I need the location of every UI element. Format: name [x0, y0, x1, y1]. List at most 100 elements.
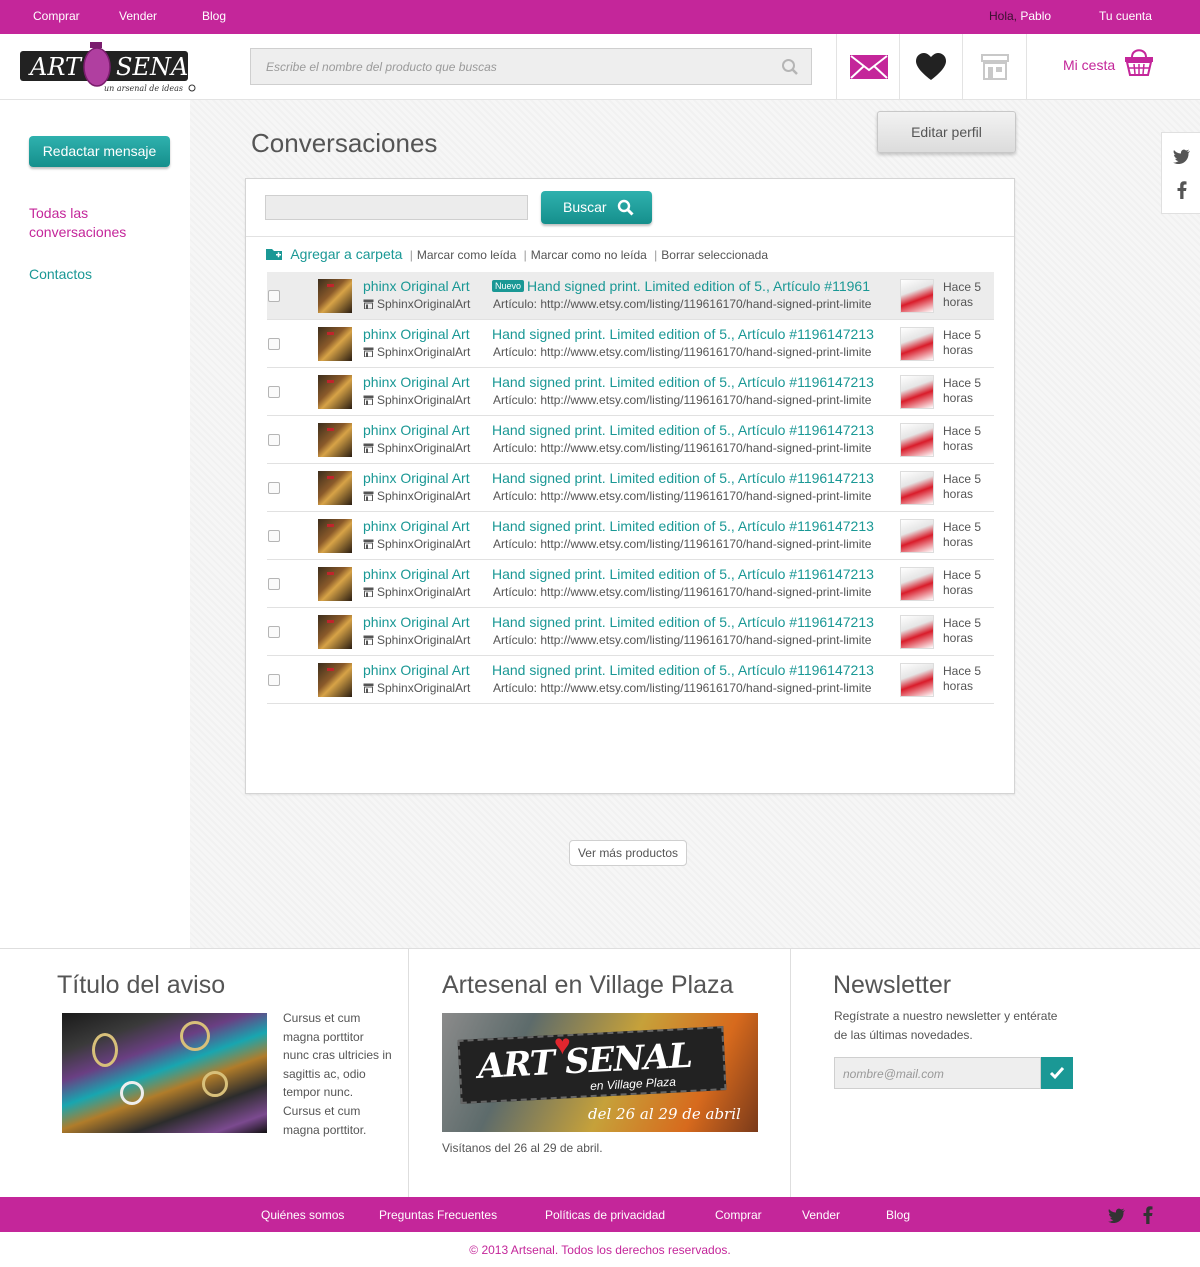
row-checkbox[interactable] — [268, 626, 280, 638]
listing-thumbnail[interactable] — [900, 567, 934, 601]
top-link-blog[interactable]: Blog — [202, 9, 226, 23]
listing-link[interactable]: Artículo: http://www.etsy.com/listing/11… — [493, 585, 893, 599]
seller-avatar[interactable] — [318, 519, 352, 553]
twitter-icon[interactable] — [1108, 1208, 1126, 1228]
top-link-comprar[interactable]: Comprar — [33, 9, 80, 23]
account-link[interactable]: Tu cuenta — [1099, 9, 1152, 23]
seller-name[interactable]: phinx Original Art — [363, 662, 470, 678]
conversation-row[interactable]: phinx Original Art SphinxOriginalArt Han… — [267, 416, 994, 464]
shop-name-line[interactable]: SphinxOriginalArt — [363, 537, 470, 551]
search-button[interactable]: Buscar — [541, 191, 652, 224]
conversation-row[interactable]: phinx Original Art SphinxOriginalArt Han… — [267, 368, 994, 416]
search-icon[interactable] — [781, 58, 799, 76]
row-checkbox[interactable] — [268, 482, 280, 494]
conversation-row[interactable]: phinx Original Art SphinxOriginalArt Han… — [267, 656, 994, 704]
listing-thumbnail[interactable] — [900, 423, 934, 457]
listing-link[interactable]: Artículo: http://www.etsy.com/listing/11… — [493, 441, 893, 455]
footer-link-privacy[interactable]: Políticas de privacidad — [545, 1208, 665, 1222]
seller-name[interactable]: phinx Original Art — [363, 470, 470, 486]
seller-avatar[interactable] — [318, 471, 352, 505]
load-more-button[interactable]: Ver más productos — [569, 840, 687, 866]
conversation-subject[interactable]: Hand signed print. Limited edition of 5.… — [492, 374, 892, 390]
seller-avatar[interactable] — [318, 423, 352, 457]
mark-unread-action[interactable]: Marcar como no leída — [531, 248, 647, 262]
listing-link[interactable]: Artículo: http://www.etsy.com/listing/11… — [493, 633, 893, 647]
row-checkbox[interactable] — [268, 290, 280, 302]
conversation-row[interactable]: phinx Original Art SphinxOriginalArt Han… — [267, 464, 994, 512]
seller-name[interactable]: phinx Original Art — [363, 422, 470, 438]
seller-name[interactable]: phinx Original Art — [363, 278, 470, 294]
notice-image[interactable] — [62, 1013, 267, 1133]
facebook-icon[interactable] — [1177, 181, 1187, 204]
conversation-subject[interactable]: Hand signed print. Limited edition of 5.… — [492, 518, 892, 534]
listing-thumbnail[interactable] — [900, 327, 934, 361]
listing-link[interactable]: Artículo: http://www.etsy.com/listing/11… — [493, 489, 893, 503]
row-checkbox[interactable] — [268, 674, 280, 686]
seller-name[interactable]: phinx Original Art — [363, 614, 470, 630]
twitter-icon[interactable] — [1173, 149, 1191, 169]
shop-name-line[interactable]: SphinxOriginalArt — [363, 585, 470, 599]
conversation-row[interactable]: phinx Original Art SphinxOriginalArt Nue… — [267, 272, 994, 320]
newsletter-email-input[interactable]: nombre@mail.com — [834, 1057, 1041, 1089]
listing-thumbnail[interactable] — [900, 279, 934, 313]
listing-link[interactable]: Artículo: http://www.etsy.com/listing/11… — [493, 345, 893, 359]
messages-button[interactable] — [836, 34, 899, 100]
seller-avatar[interactable] — [318, 327, 352, 361]
conversation-row[interactable]: phinx Original Art SphinxOriginalArt Han… — [267, 560, 994, 608]
top-link-vender[interactable]: Vender — [119, 9, 157, 23]
conversation-subject[interactable]: Hand signed print. Limited edition of 5.… — [492, 326, 892, 342]
conversation-subject[interactable]: Hand signed print. Limited edition of 5.… — [492, 470, 892, 486]
seller-avatar[interactable] — [318, 663, 352, 697]
seller-avatar[interactable] — [318, 279, 352, 313]
newsletter-submit-button[interactable] — [1041, 1057, 1073, 1089]
shop-name-line[interactable]: SphinxOriginalArt — [363, 345, 470, 359]
seller-name[interactable]: phinx Original Art — [363, 518, 470, 534]
facebook-icon[interactable] — [1143, 1206, 1153, 1229]
cart-label[interactable]: Mi cesta — [1063, 57, 1115, 73]
seller-name[interactable]: phinx Original Art — [363, 326, 470, 342]
product-search-input[interactable]: Escribe el nombre del producto que busca… — [250, 48, 812, 85]
mark-read-action[interactable]: Marcar como leída — [417, 248, 516, 262]
shop-name-line[interactable]: SphinxOriginalArt — [363, 297, 470, 311]
add-to-folder-action[interactable]: Agregar a carpeta — [290, 246, 402, 262]
shop-name-line[interactable]: SphinxOriginalArt — [363, 393, 470, 407]
listing-thumbnail[interactable] — [900, 663, 934, 697]
row-checkbox[interactable] — [268, 386, 280, 398]
edit-profile-button[interactable]: Editar perfil — [877, 111, 1016, 153]
conversation-row[interactable]: phinx Original Art SphinxOriginalArt Han… — [267, 512, 994, 560]
basket-icon[interactable] — [1124, 45, 1154, 82]
listing-thumbnail[interactable] — [900, 615, 934, 649]
seller-name[interactable]: phinx Original Art — [363, 566, 470, 582]
seller-avatar[interactable] — [318, 615, 352, 649]
footer-link-about[interactable]: Quiénes somos — [261, 1208, 344, 1222]
listing-link[interactable]: Artículo: http://www.etsy.com/listing/11… — [493, 681, 893, 695]
listing-link[interactable]: Artículo: http://www.etsy.com/listing/11… — [493, 297, 893, 311]
listing-link[interactable]: Artículo: http://www.etsy.com/listing/11… — [493, 537, 893, 551]
seller-avatar[interactable] — [318, 567, 352, 601]
footer-link-vender[interactable]: Vender — [802, 1208, 840, 1222]
seller-avatar[interactable] — [318, 375, 352, 409]
row-checkbox[interactable] — [268, 578, 280, 590]
row-checkbox[interactable] — [268, 338, 280, 350]
user-name[interactable]: Pablo — [1020, 9, 1051, 23]
conversation-search-input[interactable] — [265, 195, 528, 220]
delete-selected-action[interactable]: Borrar seleccionada — [661, 248, 768, 262]
listing-thumbnail[interactable] — [900, 471, 934, 505]
conversation-subject[interactable]: Hand signed print. Limited edition of 5.… — [492, 614, 892, 630]
footer-link-comprar[interactable]: Comprar — [715, 1208, 762, 1222]
store-button[interactable] — [962, 34, 1027, 100]
sidebar-item-contacts[interactable]: Contactos — [29, 265, 92, 284]
shop-name-line[interactable]: SphinxOriginalArt — [363, 441, 470, 455]
listing-thumbnail[interactable] — [900, 375, 934, 409]
conversation-row[interactable]: phinx Original Art SphinxOriginalArt Han… — [267, 320, 994, 368]
footer-link-blog[interactable]: Blog — [886, 1208, 910, 1222]
compose-message-button[interactable]: Redactar mensaje — [29, 136, 170, 167]
favorites-button[interactable] — [899, 34, 962, 100]
shop-name-line[interactable]: SphinxOriginalArt — [363, 681, 470, 695]
shop-name-line[interactable]: SphinxOriginalArt — [363, 489, 470, 503]
conversation-subject[interactable]: Nuevo Hand signed print. Limited edition … — [492, 278, 892, 294]
conversation-row[interactable]: phinx Original Art SphinxOriginalArt Han… — [267, 608, 994, 656]
row-checkbox[interactable] — [268, 530, 280, 542]
row-checkbox[interactable] — [268, 434, 280, 446]
conversation-subject[interactable]: Hand signed print. Limited edition of 5.… — [492, 566, 892, 582]
